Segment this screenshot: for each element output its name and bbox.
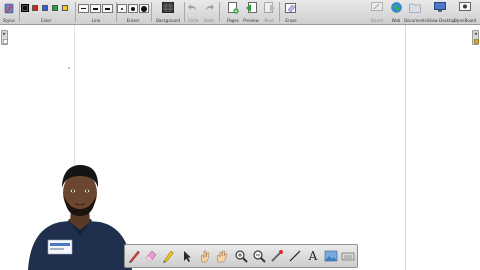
folder-icon	[409, 3, 421, 13]
stylus-label: Stylus	[2, 18, 16, 23]
page-thumb-icon	[3, 39, 8, 44]
interact-hand-icon[interactable]	[198, 249, 212, 263]
toolbar-separator	[151, 2, 152, 22]
color-swatch-red[interactable]	[32, 5, 38, 11]
toolbar-separator	[279, 2, 280, 22]
next-page-icon	[264, 2, 275, 13]
line-thick-button[interactable]	[102, 4, 113, 13]
openboard-label: OpenBoard	[453, 18, 477, 23]
undo-label: Undo	[187, 18, 199, 23]
eraser-group: Eraser	[117, 0, 149, 24]
left-panel-toggle[interactable]: ▸	[1, 30, 8, 45]
add-page-icon	[228, 2, 239, 14]
erase-label: Erase	[285, 18, 297, 23]
line-label: Line	[91, 18, 101, 23]
main-toolbar: Stylus Color Line Eraser Background Undo…	[0, 0, 480, 25]
undo-arrow-icon	[188, 4, 196, 11]
capture-icon[interactable]	[324, 249, 338, 263]
line-medium-button[interactable]	[90, 4, 101, 13]
documents-label: Documents	[404, 18, 427, 23]
pen-tablet-icon	[4, 3, 14, 14]
redo-label: Redo	[203, 18, 215, 23]
hand-pan-icon[interactable]	[215, 249, 229, 263]
left-toggle-arrow-icon: ▸	[3, 31, 6, 37]
line-thin-button[interactable]	[78, 4, 89, 13]
canvas-marker-dot	[68, 67, 70, 69]
zoom-in-icon[interactable]	[234, 249, 248, 263]
show-desktop-button[interactable]: Show Desktop	[427, 0, 456, 24]
redo-arrow-icon	[206, 4, 214, 11]
next-page-button[interactable]: Next	[261, 0, 277, 24]
redo-button[interactable]: Redo	[202, 0, 216, 24]
documents-button[interactable]: Documents	[404, 0, 427, 24]
line-tool-icon[interactable]	[288, 249, 302, 263]
globe-icon	[391, 2, 402, 13]
eraser-label: Eraser	[126, 18, 140, 23]
background-button[interactable]: Background	[154, 0, 182, 24]
openboard-menu-button[interactable]: OpenBoard	[453, 0, 477, 24]
eraser-small-button[interactable]	[117, 4, 127, 13]
color-label: Color	[40, 18, 52, 23]
color-swatch-green[interactable]	[52, 5, 58, 11]
previous-page-icon	[246, 2, 257, 13]
eraser-large-button[interactable]	[139, 4, 149, 13]
keyboard-icon[interactable]	[341, 249, 355, 263]
eraser-tool-icon[interactable]	[144, 249, 158, 263]
toolbar-separator	[219, 2, 220, 22]
background-label: Background	[156, 18, 180, 23]
right-toggle-arrow-icon: ◂	[474, 31, 477, 37]
web-button[interactable]: Web	[388, 0, 404, 24]
pages-button[interactable]: Pages	[225, 0, 241, 24]
web-label: Web	[391, 18, 401, 23]
marker-tool-icon[interactable]	[161, 249, 175, 263]
zoom-out-icon[interactable]	[252, 249, 266, 263]
preview-button[interactable]: Preview	[242, 0, 260, 24]
eraser-medium-button[interactable]	[128, 4, 138, 13]
color-swatch-blue[interactable]	[42, 5, 48, 11]
presenter-video-overlay	[28, 165, 132, 270]
erase-page-icon	[285, 3, 296, 13]
openboard-menu-icon	[459, 2, 471, 11]
color-group: Color	[20, 0, 72, 24]
undo-button[interactable]: Undo	[186, 0, 200, 24]
color-swatch-yellow[interactable]	[62, 5, 68, 11]
right-margin-area: ◂	[405, 25, 480, 270]
background-grid-icon	[162, 2, 174, 13]
preview-label: Preview	[243, 18, 259, 23]
right-panel-toggle[interactable]: ◂	[472, 30, 479, 45]
erase-page-button[interactable]: Erase	[283, 0, 299, 24]
board-icon	[371, 2, 383, 11]
pages-label: Pages	[227, 18, 239, 23]
stylus-tool-palette: A	[124, 244, 358, 268]
show-desktop-label: Show Desktop	[427, 18, 456, 23]
toolbar-separator	[184, 2, 185, 22]
desktop-icon	[434, 2, 446, 12]
board-label: Board	[371, 18, 383, 23]
toolbar-separator	[75, 2, 76, 22]
pen-tool-icon[interactable]	[127, 249, 141, 263]
board-button[interactable]: Board	[368, 0, 386, 24]
selector-arrow-icon[interactable]	[180, 249, 194, 263]
laser-pointer-icon[interactable]	[270, 249, 284, 263]
line-group: Line	[78, 0, 114, 24]
library-icon	[474, 39, 479, 44]
color-swatch-black[interactable]	[21, 4, 29, 12]
stylus-group[interactable]: Stylus	[1, 0, 17, 24]
text-tool-icon[interactable]: A	[306, 249, 320, 263]
next-label: Next	[264, 18, 274, 23]
